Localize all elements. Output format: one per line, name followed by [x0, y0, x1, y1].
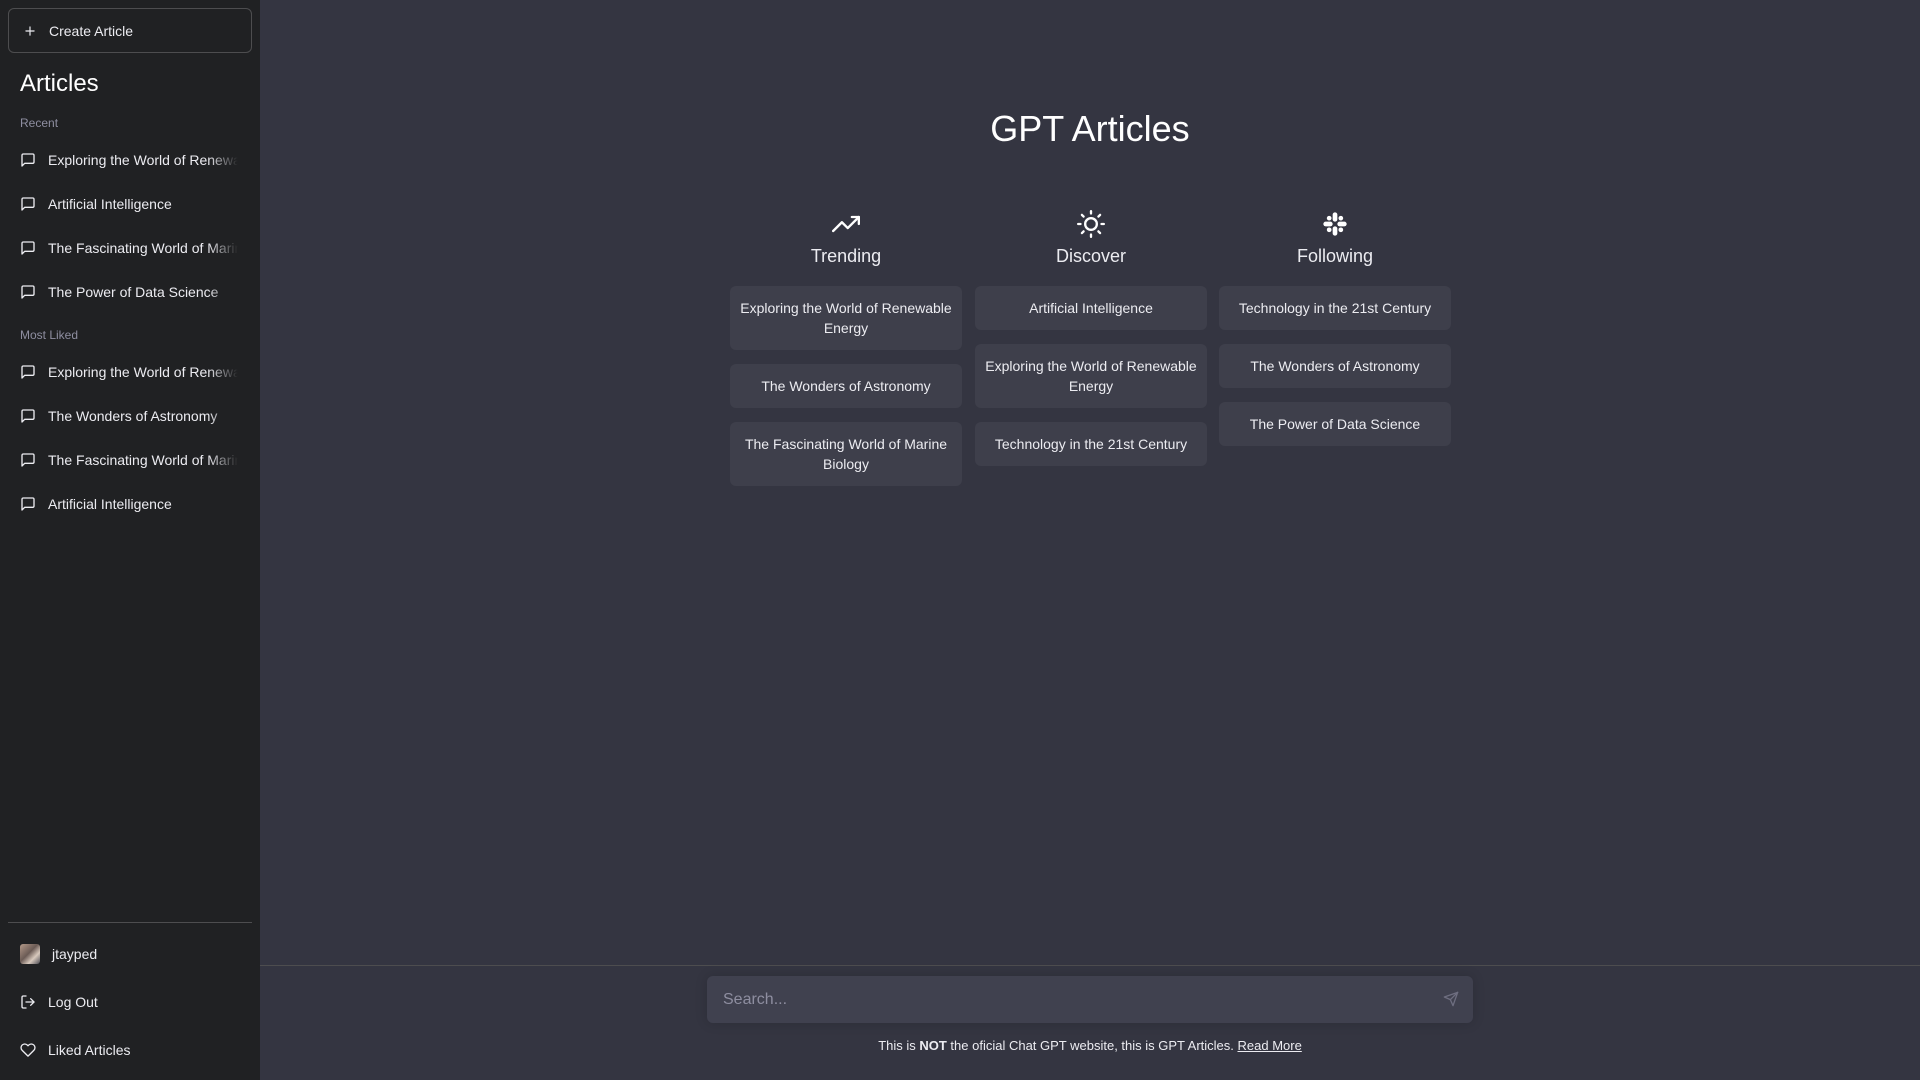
sidebar-divider — [8, 922, 252, 923]
message-square-icon — [21, 497, 35, 511]
most-liked-section-label: Most Liked — [20, 328, 79, 342]
discover-column: Discover Artificial Intelligence Explori… — [975, 210, 1207, 466]
disclaimer-bold: NOT — [919, 1038, 947, 1053]
sidebar-item-label: Exploring the World of Renewable Energy — [48, 152, 238, 168]
following-column: Following Technology in the 21st Century… — [1219, 210, 1451, 446]
sidebar-title: Articles — [20, 70, 99, 97]
article-card[interactable]: Artificial Intelligence — [975, 286, 1207, 330]
sidebar-item-most-liked[interactable]: The Fascinating World of Marine Biology — [8, 440, 252, 480]
message-square-icon — [21, 285, 35, 299]
sidebar-item-label: The Wonders of Astronomy — [48, 408, 218, 424]
sidebar-item-most-liked[interactable]: Exploring the World of Renewable Energy — [8, 352, 252, 392]
article-card[interactable]: Technology in the 21st Century — [1219, 286, 1451, 330]
trending-up-icon — [832, 215, 860, 233]
logout-label: Log Out — [48, 994, 98, 1010]
message-square-icon — [21, 197, 35, 211]
sidebar-item-label: Artificial Intelligence — [48, 196, 172, 212]
search-container — [707, 976, 1473, 1023]
message-square-icon — [21, 241, 35, 255]
liked-articles-label: Liked Articles — [48, 1042, 131, 1058]
sidebar-item-label: Exploring the World of Renewable Energy — [48, 364, 238, 380]
sidebar-item-recent[interactable]: The Fascinating World of Marine Biology — [8, 228, 252, 268]
disclaimer: This is NOT the oficial Chat GPT website… — [260, 1038, 1920, 1053]
article-card[interactable]: Exploring the World of Renewable Energy — [730, 286, 962, 350]
article-card[interactable]: The Power of Data Science — [1219, 402, 1451, 446]
sidebar-item-most-liked[interactable]: Artificial Intelligence — [8, 484, 252, 524]
article-card[interactable]: Exploring the World of Renewable Energy — [975, 344, 1207, 408]
column-title: Following — [1296, 246, 1374, 266]
sidebar-item-recent[interactable]: Exploring the World of Renewable Energy — [8, 140, 252, 180]
article-card[interactable]: The Fascinating World of Marine Biology — [730, 422, 962, 486]
sidebar-item-label: Artificial Intelligence — [48, 496, 172, 512]
user-profile-button[interactable]: jtayped — [8, 932, 252, 976]
message-square-icon — [21, 365, 35, 379]
slack-icon — [1323, 212, 1347, 236]
message-square-icon — [21, 409, 35, 423]
page-title: GPT Articles — [990, 108, 1190, 149]
create-article-button[interactable]: Create Article — [8, 8, 252, 53]
sidebar-item-recent[interactable]: The Power of Data Science — [8, 272, 252, 312]
create-article-label: Create Article — [49, 22, 134, 39]
message-square-icon — [21, 153, 35, 167]
disclaimer-text: the oficial Chat GPT website, this is GP… — [946, 1038, 1238, 1053]
heart-icon — [20, 1043, 36, 1057]
article-card[interactable]: Technology in the 21st Century — [975, 422, 1207, 466]
recent-section-label: Recent — [20, 116, 59, 130]
disclaimer-prefix: This is — [878, 1038, 920, 1053]
sidebar-item-recent[interactable]: Artificial Intelligence — [8, 184, 252, 224]
column-title: Trending — [810, 246, 882, 266]
sun-icon — [1077, 210, 1105, 238]
logout-button[interactable]: Log Out — [8, 980, 252, 1024]
avatar — [20, 944, 40, 964]
sidebar-item-label: The Fascinating World of Marine Biology — [48, 240, 238, 256]
sidebar-item-label: The Fascinating World of Marine Biology — [48, 452, 238, 468]
log-out-icon — [21, 995, 35, 1009]
sidebar-item-most-liked[interactable]: The Wonders of Astronomy — [8, 396, 252, 436]
bottom-divider — [260, 965, 1920, 966]
search-input[interactable] — [707, 976, 1473, 1023]
column-title: Discover — [1055, 246, 1126, 266]
sidebar-item-label: The Power of Data Science — [48, 284, 219, 300]
sidebar: Create Article Articles Recent Exploring… — [0, 0, 260, 1080]
article-card[interactable]: The Wonders of Astronomy — [1219, 344, 1451, 388]
read-more-link[interactable]: Read More — [1238, 1038, 1302, 1053]
message-square-icon — [21, 453, 35, 467]
liked-articles-button[interactable]: Liked Articles — [8, 1028, 252, 1072]
trending-column: Trending Exploring the World of Renewabl… — [730, 210, 962, 486]
send-icon[interactable] — [1443, 991, 1459, 1007]
plus-icon — [25, 25, 35, 36]
article-card[interactable]: The Wonders of Astronomy — [730, 364, 962, 408]
username: jtayped — [52, 946, 98, 962]
